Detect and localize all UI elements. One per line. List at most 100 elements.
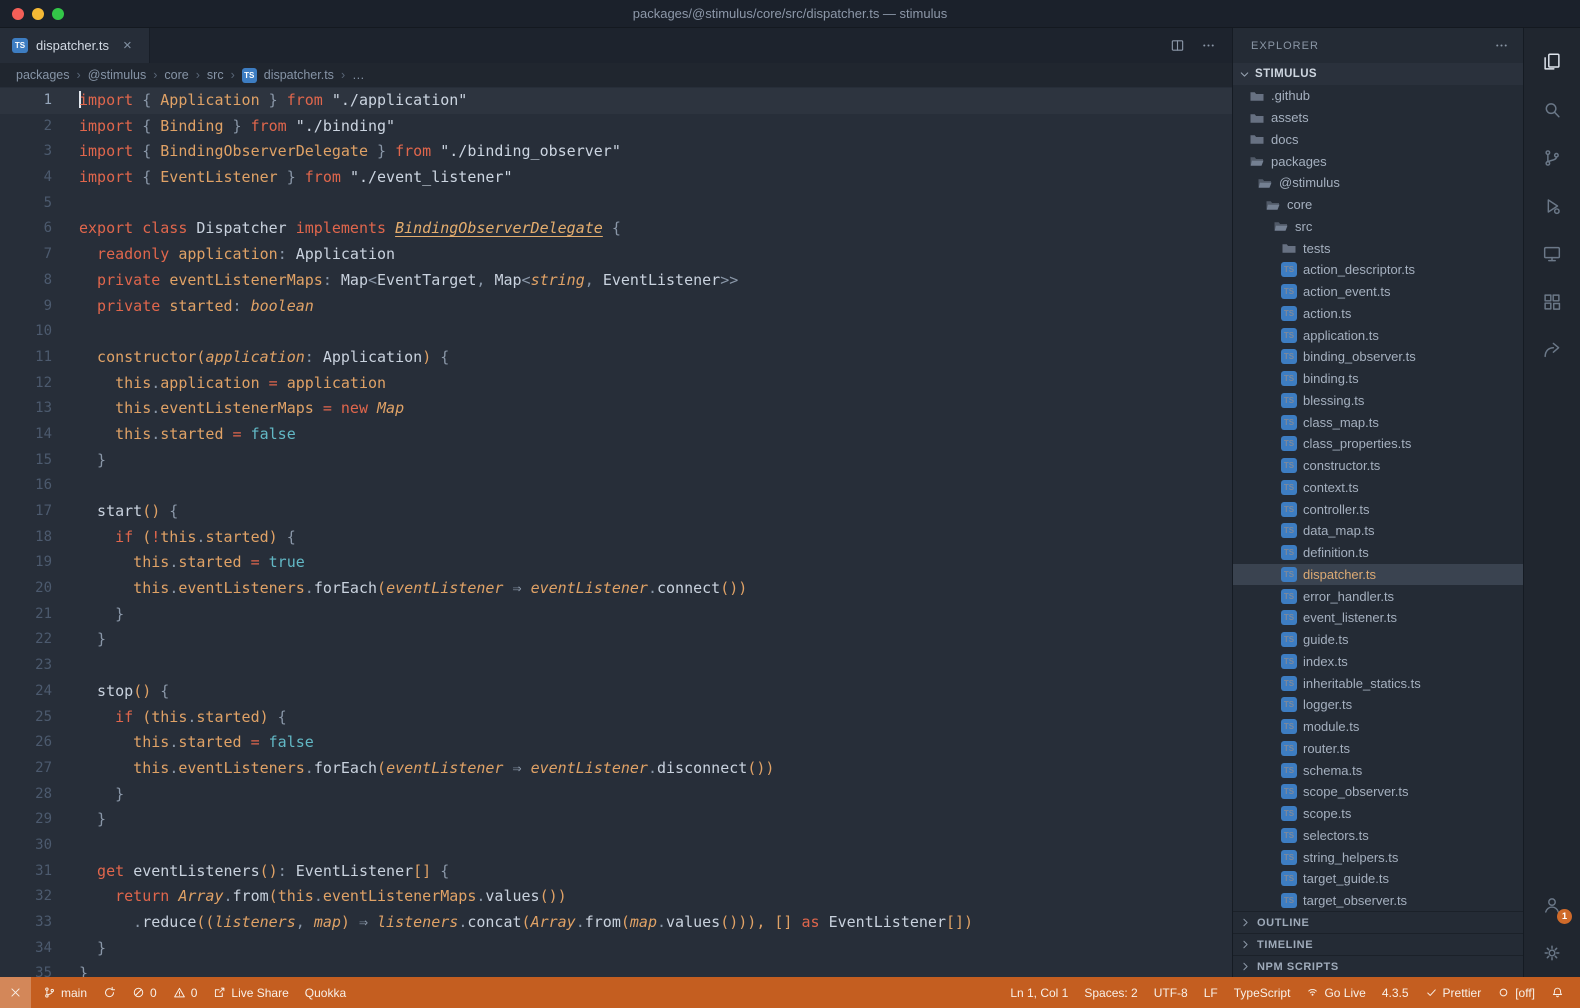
tree-item--github[interactable]: .github	[1233, 85, 1523, 107]
remote-indicator[interactable]	[0, 977, 31, 1008]
breadcrumb-item--[interactable]: …	[352, 68, 365, 82]
zoom-window-button[interactable]	[52, 8, 64, 20]
git-branch[interactable]: main	[35, 977, 95, 1008]
code-line-21[interactable]: 21 }	[0, 602, 1232, 628]
code-line-1[interactable]: 1import { Application } from "./applicat…	[0, 88, 1232, 114]
activity-extensions[interactable]	[1524, 278, 1580, 326]
tree-item-constructor-ts[interactable]: TSconstructor.ts	[1233, 455, 1523, 477]
tree-item-controller-ts[interactable]: TScontroller.ts	[1233, 498, 1523, 520]
activity-live-share[interactable]	[1524, 326, 1580, 374]
prettier-status[interactable]: Prettier	[1417, 977, 1490, 1008]
code-line-31[interactable]: 31 get eventListeners(): EventListener[]…	[0, 859, 1232, 885]
code-line-17[interactable]: 17 start() {	[0, 499, 1232, 525]
live-share-status[interactable]: Live Share	[205, 977, 296, 1008]
code-line-24[interactable]: 24 stop() {	[0, 679, 1232, 705]
breadcrumb-item-dispatcher-ts[interactable]: dispatcher.ts	[264, 68, 334, 82]
breadcrumb-item--stimulus[interactable]: @stimulus	[88, 68, 147, 82]
code-line-15[interactable]: 15 }	[0, 448, 1232, 474]
explorer-more-actions[interactable]	[1494, 38, 1509, 53]
quokka-status[interactable]: Quokka	[297, 977, 354, 1008]
code-editor[interactable]: 1import { Application } from "./applicat…	[0, 87, 1232, 977]
tree-item-target-guide-ts[interactable]: TStarget_guide.ts	[1233, 868, 1523, 890]
code-line-6[interactable]: 6export class Dispatcher implements Bind…	[0, 216, 1232, 242]
breadcrumb-item-src[interactable]: src	[207, 68, 224, 82]
go-live[interactable]: Go Live	[1298, 977, 1373, 1008]
problems-errors[interactable]: 0	[124, 977, 165, 1008]
tree-item-binding-ts[interactable]: TSbinding.ts	[1233, 368, 1523, 390]
tree-item-dispatcher-ts[interactable]: TSdispatcher.ts	[1233, 564, 1523, 586]
tree-item-scope-ts[interactable]: TSscope.ts	[1233, 803, 1523, 825]
code-line-8[interactable]: 8 private eventListenerMaps: Map<EventTa…	[0, 268, 1232, 294]
code-line-14[interactable]: 14 this.started = false	[0, 422, 1232, 448]
tree-item--stimulus[interactable]: @stimulus	[1233, 172, 1523, 194]
code-line-22[interactable]: 22 }	[0, 627, 1232, 653]
tree-item-packages[interactable]: packages	[1233, 150, 1523, 172]
end-of-line[interactable]: LF	[1196, 977, 1226, 1008]
tree-item-inheritable-statics-ts[interactable]: TSinheritable_statics.ts	[1233, 672, 1523, 694]
code-line-20[interactable]: 20 this.eventListeners.forEach(eventList…	[0, 576, 1232, 602]
breadcrumb-item-core[interactable]: core	[164, 68, 188, 82]
tree-item-docs[interactable]: docs	[1233, 129, 1523, 151]
code-line-23[interactable]: 23	[0, 653, 1232, 679]
tree-item-blessing-ts[interactable]: TSblessing.ts	[1233, 390, 1523, 412]
encoding[interactable]: UTF-8	[1146, 977, 1196, 1008]
code-line-7[interactable]: 7 readonly application: Application	[0, 242, 1232, 268]
tree-item-event-listener-ts[interactable]: TSevent_listener.ts	[1233, 607, 1523, 629]
editor-more-button[interactable]	[1201, 38, 1216, 53]
tree-item-selectors-ts[interactable]: TSselectors.ts	[1233, 825, 1523, 847]
section-npm-scripts[interactable]: NPM SCRIPTS	[1233, 955, 1523, 977]
code-line-26[interactable]: 26 this.started = false	[0, 730, 1232, 756]
tree-item-data-map-ts[interactable]: TSdata_map.ts	[1233, 520, 1523, 542]
tree-item-schema-ts[interactable]: TSschema.ts	[1233, 759, 1523, 781]
tree-item-definition-ts[interactable]: TSdefinition.ts	[1233, 542, 1523, 564]
code-line-30[interactable]: 30	[0, 833, 1232, 859]
tree-item-index-ts[interactable]: TSindex.ts	[1233, 651, 1523, 673]
code-line-3[interactable]: 3import { BindingObserverDelegate } from…	[0, 139, 1232, 165]
tree-item-router-ts[interactable]: TSrouter.ts	[1233, 738, 1523, 760]
tab-dispatcher-ts[interactable]: TS dispatcher.ts ×	[0, 28, 150, 63]
code-line-27[interactable]: 27 this.eventListeners.forEach(eventList…	[0, 756, 1232, 782]
tree-item-class-properties-ts[interactable]: TSclass_properties.ts	[1233, 433, 1523, 455]
activity-settings[interactable]	[1524, 929, 1580, 977]
toggle-off-status[interactable]: [off]	[1489, 977, 1543, 1008]
language-mode[interactable]: TypeScript	[1226, 977, 1299, 1008]
code-line-16[interactable]: 16	[0, 473, 1232, 499]
code-line-34[interactable]: 34 }	[0, 936, 1232, 962]
breadcrumb-item-packages[interactable]: packages	[16, 68, 70, 82]
sync-changes[interactable]	[95, 977, 124, 1008]
code-line-4[interactable]: 4import { EventListener } from "./event_…	[0, 165, 1232, 191]
indentation[interactable]: Spaces: 2	[1076, 977, 1145, 1008]
tree-item-action-event-ts[interactable]: TSaction_event.ts	[1233, 281, 1523, 303]
code-line-35[interactable]: 35}	[0, 961, 1232, 977]
code-line-32[interactable]: 32 return Array.from(this.eventListenerM…	[0, 884, 1232, 910]
tree-item-class-map-ts[interactable]: TSclass_map.ts	[1233, 411, 1523, 433]
code-line-5[interactable]: 5	[0, 191, 1232, 217]
code-line-11[interactable]: 11 constructor(application: Application)…	[0, 345, 1232, 371]
section-timeline[interactable]: TIMELINE	[1233, 933, 1523, 955]
tree-item-binding-observer-ts[interactable]: TSbinding_observer.ts	[1233, 346, 1523, 368]
minimize-window-button[interactable]	[32, 8, 44, 20]
problems-warnings[interactable]: 0	[165, 977, 206, 1008]
tree-item-target-observer-ts[interactable]: TStarget_observer.ts	[1233, 890, 1523, 911]
tree-item-context-ts[interactable]: TScontext.ts	[1233, 477, 1523, 499]
tree-item-core[interactable]: core	[1233, 194, 1523, 216]
activity-search[interactable]	[1524, 86, 1580, 134]
notifications[interactable]	[1543, 977, 1572, 1008]
tree-item-string-helpers-ts[interactable]: TSstring_helpers.ts	[1233, 846, 1523, 868]
tree-item-tests[interactable]: tests	[1233, 237, 1523, 259]
code-line-29[interactable]: 29 }	[0, 807, 1232, 833]
split-editor-button[interactable]	[1170, 38, 1185, 53]
activity-explorer[interactable]	[1524, 38, 1580, 86]
tree-item-logger-ts[interactable]: TSlogger.ts	[1233, 694, 1523, 716]
code-line-13[interactable]: 13 this.eventListenerMaps = new Map	[0, 396, 1232, 422]
cursor-position[interactable]: Ln 1, Col 1	[1002, 977, 1076, 1008]
code-line-9[interactable]: 9 private started: boolean	[0, 294, 1232, 320]
tree-item-error-handler-ts[interactable]: TSerror_handler.ts	[1233, 585, 1523, 607]
code-line-18[interactable]: 18 if (!this.started) {	[0, 525, 1232, 551]
typescript-version[interactable]: 4.3.5	[1374, 977, 1417, 1008]
tree-item-guide-ts[interactable]: TSguide.ts	[1233, 629, 1523, 651]
code-line-33[interactable]: 33 .reduce((listeners, map) ⇒ listeners.…	[0, 910, 1232, 936]
code-line-12[interactable]: 12 this.application = application	[0, 371, 1232, 397]
tree-item-src[interactable]: src	[1233, 216, 1523, 238]
activity-source-control[interactable]	[1524, 134, 1580, 182]
